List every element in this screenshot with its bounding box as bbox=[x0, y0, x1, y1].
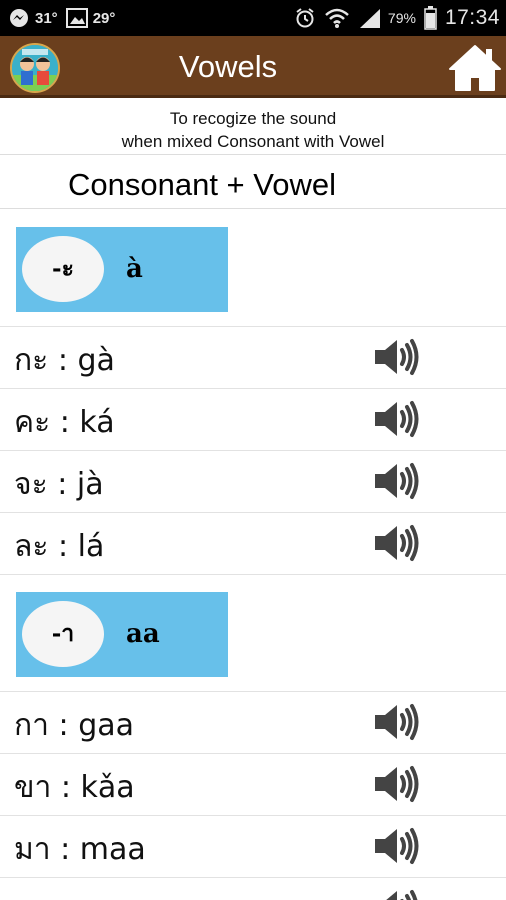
speaker-icon[interactable] bbox=[372, 888, 420, 900]
home-button[interactable] bbox=[444, 41, 506, 95]
vowel-card[interactable]: -ะ à bbox=[16, 227, 228, 312]
list-item[interactable]: กะ : gà bbox=[0, 327, 506, 389]
battery-percent: 79% bbox=[387, 10, 416, 26]
messenger-icon bbox=[10, 9, 28, 27]
vowel-group-header: -ะ à bbox=[0, 210, 506, 327]
alarm-icon bbox=[294, 7, 316, 29]
list-item[interactable]: มา : maa bbox=[0, 816, 506, 878]
syllable-text: กา : gaa bbox=[14, 708, 134, 743]
syllable-text: มา : maa bbox=[14, 832, 146, 867]
list-item[interactable]: กา : gaa bbox=[0, 692, 506, 754]
clock: 17:34 bbox=[444, 6, 500, 29]
speaker-icon[interactable] bbox=[372, 337, 420, 377]
status-bar: 31° 29° 79% 17:34 bbox=[0, 0, 506, 36]
intro-line-1: To recogize the sound bbox=[169, 109, 337, 128]
syllable-text: ละ : lá bbox=[14, 529, 105, 564]
temperature-1: 31° bbox=[35, 9, 58, 27]
list-item[interactable]: จะ : jà bbox=[0, 451, 506, 513]
vowel-group-header: -า aa bbox=[0, 575, 506, 692]
signal-icon bbox=[358, 7, 382, 29]
vowel-symbol: -า bbox=[22, 601, 104, 667]
vowel-romanization: à bbox=[126, 254, 143, 284]
speaker-icon[interactable] bbox=[372, 461, 420, 501]
syllable-text: คะ : ká bbox=[14, 405, 115, 440]
temperature-2: 29° bbox=[92, 9, 116, 27]
vowel-list: -ะ à กะ : gà คะ : ká จะ : jà ละ : lá -า … bbox=[0, 210, 506, 900]
battery-icon bbox=[424, 6, 437, 30]
list-item[interactable]: ละ : lá bbox=[0, 513, 506, 575]
list-item[interactable]: ขา : kǎa bbox=[0, 754, 506, 816]
app-bar: Vowels bbox=[0, 36, 506, 98]
speaker-icon[interactable] bbox=[372, 523, 420, 563]
speaker-icon[interactable] bbox=[372, 764, 420, 804]
section-heading: Consonant + Vowel bbox=[0, 157, 506, 209]
page-title: Vowels bbox=[178, 49, 278, 84]
speaker-icon[interactable] bbox=[372, 399, 420, 439]
speaker-icon[interactable] bbox=[372, 826, 420, 866]
list-item[interactable]: คะ : ká bbox=[0, 389, 506, 451]
list-item[interactable] bbox=[0, 878, 506, 900]
syllable-text: กะ : gà bbox=[14, 343, 115, 378]
vowel-romanization: aa bbox=[126, 619, 160, 649]
status-item-messenger: 31° bbox=[8, 7, 58, 29]
vowel-symbol: -ะ bbox=[22, 236, 104, 302]
vowel-card[interactable]: -า aa bbox=[16, 592, 228, 677]
intro-line-2: when mixed Consonant with Vowel bbox=[121, 132, 385, 151]
syllable-text: จะ : jà bbox=[14, 467, 104, 502]
image-icon bbox=[65, 8, 88, 28]
wifi-icon bbox=[324, 7, 350, 29]
status-item-image: 29° bbox=[65, 8, 116, 28]
speaker-icon[interactable] bbox=[372, 702, 420, 742]
syllable-text: ขา : kǎa bbox=[14, 770, 135, 805]
intro-text: To recogize the sound when mixed Consona… bbox=[0, 100, 506, 155]
home-icon bbox=[449, 45, 501, 91]
